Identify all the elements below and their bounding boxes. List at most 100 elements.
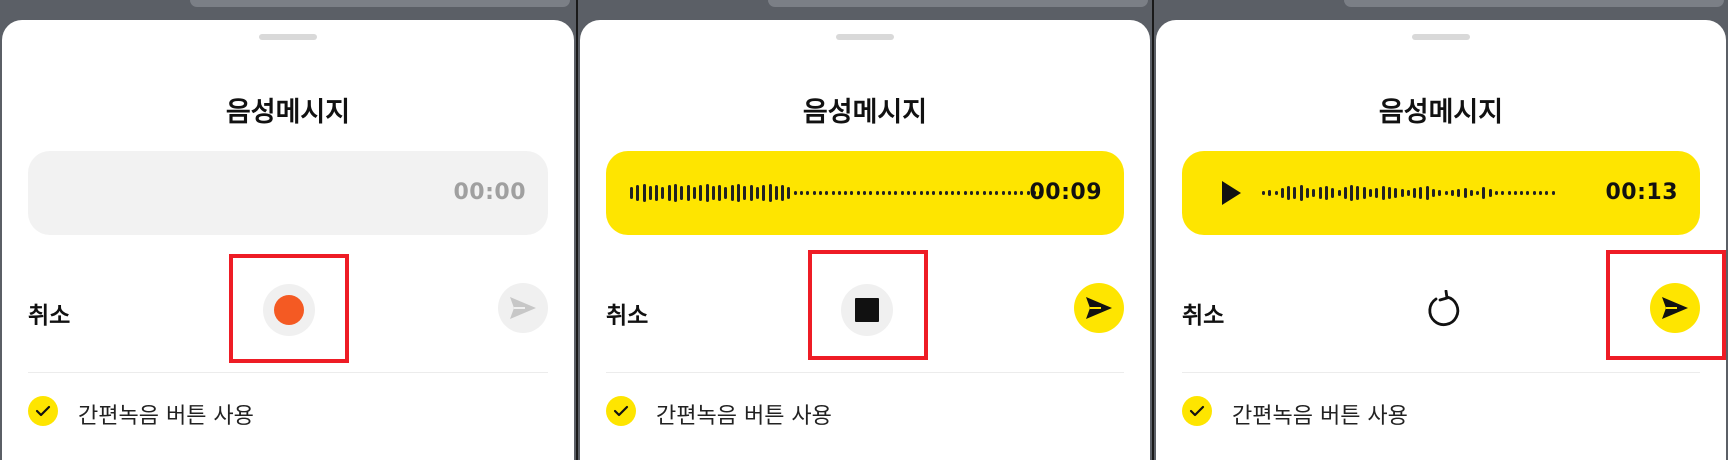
recording-bar: 00:13 [1182,151,1700,235]
voice-message-sheet: 음성메시지 00:00 취소 간편녹음 버튼 사용 [2,20,574,460]
waveform-bar [976,191,980,195]
cancel-button[interactable]: 취소 [1182,296,1224,330]
waveform-bar [781,184,785,202]
waveform-bar [724,187,728,199]
waveform-bar [774,186,778,200]
stop-button[interactable] [841,284,893,336]
waveform-bar [1532,191,1536,195]
screenshot-strip: 음성메시지 00:00 취소 간편녹음 버튼 사용 음성메시지 00:09 취소… [0,0,1728,460]
option-checkbox[interactable] [28,396,58,426]
waveform-bar [692,187,696,199]
waveform-bar [648,186,652,200]
sheet-title: 음성메시지 [802,97,928,128]
send-button[interactable] [1074,283,1124,333]
waveform-bar [1539,191,1543,195]
waveform-bar [970,191,974,195]
voice-panel-recorded: 음성메시지 00:13 취소 간편녹음 버튼 사용 [1152,0,1728,460]
waveform-bar [982,191,986,195]
waveform-bar [787,187,791,199]
rerecord-button[interactable] [1417,284,1469,336]
waveform-bar [1299,185,1303,201]
send-button[interactable] [498,283,548,333]
waveform-bar [844,191,848,195]
stop-icon [855,298,879,322]
play-icon[interactable] [1222,181,1241,205]
send-icon [1086,297,1112,319]
sheet-title: 음성메시지 [1378,97,1504,128]
waveform-bar [881,191,885,195]
waveform-bar [1507,191,1511,195]
waveform-bar [806,191,810,195]
waveform-bar [1406,190,1410,196]
waveform-bar [869,191,873,195]
option-label: 간편녹음 버튼 사용 [656,404,832,429]
recording-bar: 00:09 [606,151,1124,235]
background-input-bar [768,0,1148,7]
waveform-bar [944,191,948,195]
waveform-bar [875,191,879,195]
waveform-bar [825,191,829,195]
voice-message-sheet: 음성메시지 00:09 취소 간편녹음 버튼 사용 [580,20,1150,460]
waveform-bar [1312,189,1316,197]
waveform-bar [636,185,640,201]
check-icon [613,405,629,417]
waveform-bar [907,191,911,195]
waveform-bar [737,183,741,203]
waveform-bar [957,191,961,195]
waveform-bar [1274,191,1278,195]
waveform [630,151,1043,235]
waveform-bar [1262,191,1265,195]
waveform-bar [755,187,759,199]
waveform-bar [888,191,892,195]
option-checkbox[interactable] [1182,396,1212,426]
waveform-bar [762,185,766,201]
waveform-bar [705,183,709,203]
waveform-bar [1381,186,1385,200]
cancel-button[interactable]: 취소 [28,296,70,330]
waveform-bar [730,185,734,201]
waveform-bar [1551,191,1555,195]
waveform-bar [925,191,929,195]
waveform-bar [1375,188,1379,198]
waveform-bar [661,187,665,199]
background-input-bar [1344,0,1724,7]
waveform-bar [1494,191,1498,195]
waveform-bar [1419,187,1423,199]
retry-icon [1428,290,1460,326]
waveform-bar [1001,191,1005,195]
waveform-bar [1444,191,1448,195]
record-button[interactable] [263,284,315,336]
waveform-bar [1387,187,1391,199]
waveform-bar [831,191,835,195]
waveform-bar [1476,191,1480,195]
waveform-bar [894,191,898,195]
sheet-drag-handle[interactable] [1412,34,1470,40]
waveform-bar [862,191,866,195]
voice-message-sheet: 음성메시지 00:13 취소 간편녹음 버튼 사용 [1156,20,1726,460]
waveform-bar [655,184,659,202]
cancel-button[interactable]: 취소 [606,296,648,330]
waveform-bar [686,184,690,202]
option-checkbox[interactable] [606,396,636,426]
waveform-bar [768,183,772,203]
sheet-drag-handle[interactable] [259,34,317,40]
waveform-bar [699,185,703,201]
waveform-bar [1425,186,1429,200]
waveform [1262,151,1555,235]
send-button[interactable] [1650,283,1700,333]
divider [1182,372,1700,373]
sheet-drag-handle[interactable] [836,34,894,40]
waveform-bar [1413,188,1417,198]
waveform-bar [1513,191,1517,195]
waveform-bar [1287,186,1291,200]
check-icon [1189,405,1205,417]
waveform-bar [1356,186,1360,200]
recording-time: 00:00 [453,180,526,205]
waveform-bar [1007,191,1011,195]
send-icon [510,297,536,319]
waveform-bar [1337,190,1341,196]
waveform-bar [1400,189,1404,197]
waveform-bar [1268,190,1272,196]
waveform-bar [1306,188,1310,198]
waveform-bar [1526,191,1530,195]
